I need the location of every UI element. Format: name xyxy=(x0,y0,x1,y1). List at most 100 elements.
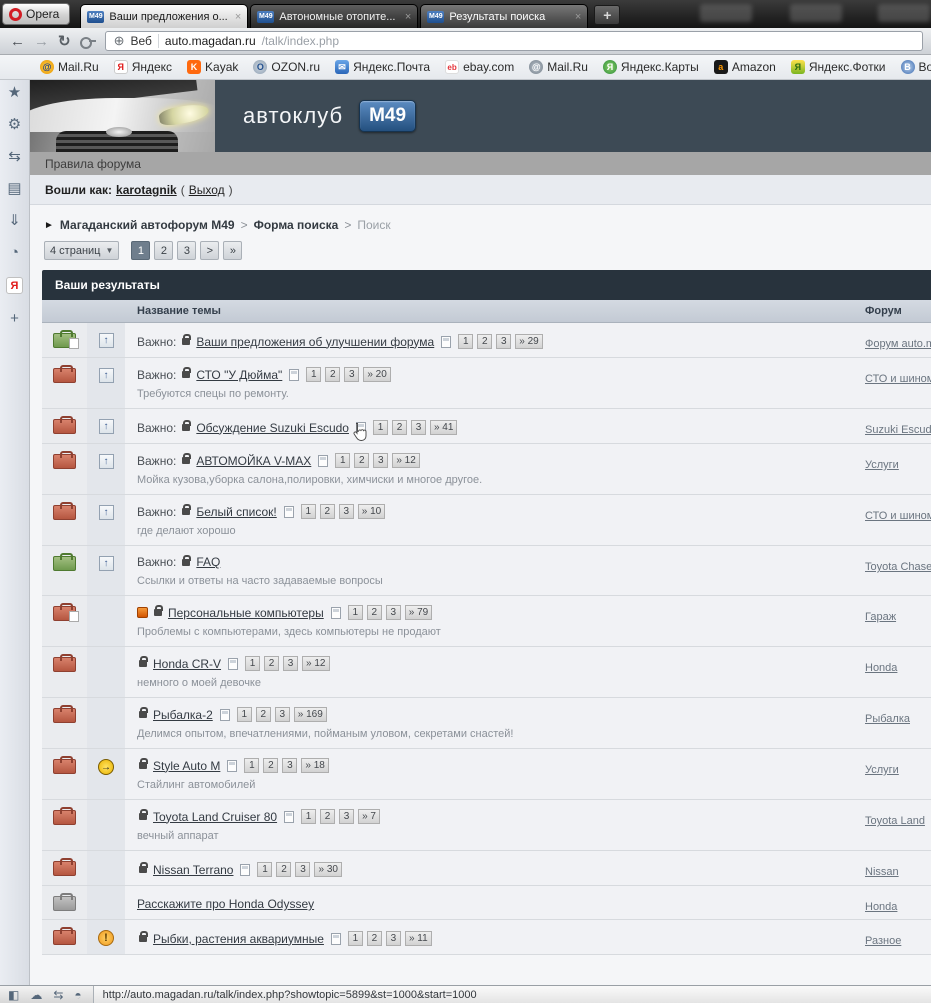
topic-page-button[interactable]: 1 xyxy=(301,504,316,519)
topic-link[interactable]: Рыбалка-2 xyxy=(153,708,213,722)
forum-link[interactable]: Услуги xyxy=(865,764,899,776)
bookmark-item[interactable]: ebebay.com xyxy=(445,60,514,74)
forum-link[interactable]: Разное xyxy=(865,935,901,947)
topic-link[interactable]: Style Auto M xyxy=(153,759,220,773)
logout-link[interactable]: Выход xyxy=(189,183,225,197)
topic-page-button[interactable]: 2 xyxy=(264,656,279,671)
breadcrumb-link[interactable]: Форма поиска xyxy=(254,218,339,232)
topic-last-page-button[interactable]: » 18 xyxy=(301,758,328,773)
bookmark-item[interactable]: KKayak xyxy=(187,60,238,74)
topic-page-button[interactable]: 1 xyxy=(245,656,260,671)
topic-page-button[interactable]: 1 xyxy=(348,931,363,946)
topic-last-page-button[interactable]: » 79 xyxy=(405,605,432,620)
gear-icon[interactable]: ⚙ xyxy=(8,117,21,132)
topic-page-button[interactable]: 1 xyxy=(335,453,350,468)
pages-dropdown-button[interactable]: 4 страниц ▼ xyxy=(44,241,119,260)
topic-page-button[interactable]: 3 xyxy=(339,809,354,824)
topic-link[interactable]: Nissan Terrano xyxy=(153,863,233,877)
bookmark-item[interactable]: @Mail.Ru xyxy=(40,60,99,74)
tab-3-active[interactable]: M49 Результаты поиска × xyxy=(420,4,588,28)
add-panel-icon[interactable]: + xyxy=(10,311,19,326)
topic-page-button[interactable]: 3 xyxy=(295,862,310,877)
forum-link[interactable]: Форум auto.m xyxy=(865,338,931,350)
bookmark-item[interactable]: ЯЯндекс.Карты xyxy=(603,60,699,74)
topic-page-button[interactable]: 2 xyxy=(367,931,382,946)
bookmark-item[interactable]: aAmazon xyxy=(714,60,776,74)
turbo-icon[interactable]: ◓ xyxy=(74,989,81,1001)
topic-page-button[interactable]: 1 xyxy=(348,605,363,620)
topic-page-button[interactable]: 2 xyxy=(367,605,382,620)
topic-page-button[interactable]: 1 xyxy=(458,334,473,349)
topic-page-button[interactable]: 2 xyxy=(276,862,291,877)
panel-toggle-icon[interactable]: ◧ xyxy=(8,989,19,1001)
forum-link[interactable]: Услуги xyxy=(865,459,899,471)
topic-last-page-button[interactable]: » 41 xyxy=(430,420,457,435)
back-button[interactable]: ← xyxy=(10,34,25,49)
topic-page-button[interactable]: 2 xyxy=(320,504,335,519)
topic-link[interactable]: Ваши предложения об улучшении форума xyxy=(196,335,434,349)
topic-page-button[interactable]: 1 xyxy=(237,707,252,722)
topic-page-button[interactable]: 3 xyxy=(344,367,359,382)
close-icon[interactable]: × xyxy=(405,11,411,23)
topic-last-page-button[interactable]: » 29 xyxy=(515,334,542,349)
new-tab-button[interactable]: + xyxy=(594,5,620,25)
topic-page-button[interactable]: 1 xyxy=(373,420,388,435)
topic-page-button[interactable]: 3 xyxy=(339,504,354,519)
opera-menu-button[interactable]: Opera xyxy=(2,3,70,25)
history-clock-icon[interactable]: ◔ xyxy=(10,245,19,260)
forward-button[interactable]: → xyxy=(34,34,49,49)
topic-page-button[interactable]: 2 xyxy=(263,758,278,773)
close-icon[interactable]: × xyxy=(235,11,241,23)
topic-page-button[interactable]: 1 xyxy=(244,758,259,773)
bookmark-item[interactable]: ЯЯндекс.Фотки xyxy=(791,60,886,74)
close-icon[interactable]: × xyxy=(575,11,581,23)
cloud-icon[interactable]: ☁ xyxy=(30,989,42,1001)
topic-last-page-button[interactable]: » 10 xyxy=(358,504,385,519)
topic-page-button[interactable]: 2 xyxy=(477,334,492,349)
topic-page-button[interactable]: 2 xyxy=(320,809,335,824)
forum-link[interactable]: Toyota Chase xyxy=(865,561,931,573)
topic-last-page-button[interactable]: » 12 xyxy=(392,453,419,468)
password-key-icon[interactable] xyxy=(80,36,96,46)
topic-link[interactable]: Белый список! xyxy=(196,505,276,519)
url-field[interactable]: ⊕ Веб auto.magadan.ru/talk/index.php xyxy=(105,31,923,51)
topic-link[interactable]: Рыбки, растения аквариумные xyxy=(153,932,324,946)
tab-2[interactable]: M49 Автономные отопите... × xyxy=(250,4,418,28)
notes-icon[interactable]: ▤ xyxy=(7,181,21,196)
forum-link[interactable]: Suzuki Escud xyxy=(865,424,931,436)
topic-page-button[interactable]: 3 xyxy=(282,758,297,773)
topic-page-button[interactable]: 2 xyxy=(354,453,369,468)
username-link[interactable]: karotagnik xyxy=(116,183,177,197)
topic-link[interactable]: АВТОМОЙКА V-MAX xyxy=(196,454,311,468)
bookmark-item[interactable]: OOZON.ru xyxy=(253,60,320,74)
topic-last-page-button[interactable]: » 12 xyxy=(302,656,329,671)
tab-1[interactable]: M49 Ваши предложения о... × xyxy=(80,4,248,28)
topic-link[interactable]: Honda CR-V xyxy=(153,657,221,671)
topic-link[interactable]: Персональные компьютеры xyxy=(168,606,324,620)
share-icon[interactable]: ⇆ xyxy=(8,149,21,164)
page-button-2[interactable]: 2 xyxy=(154,241,173,260)
topic-page-button[interactable]: 3 xyxy=(496,334,511,349)
topic-link[interactable]: Расскажите про Honda Odyssey xyxy=(137,897,314,911)
forum-link[interactable]: СТО и шином xyxy=(865,373,931,385)
topic-page-button[interactable]: 2 xyxy=(325,367,340,382)
forum-rules-link[interactable]: Правила форума xyxy=(45,157,141,171)
topic-page-button[interactable]: 3 xyxy=(411,420,426,435)
breadcrumb-link[interactable]: Магаданский автофорум M49 xyxy=(60,218,235,232)
topic-last-page-button[interactable]: » 7 xyxy=(358,809,380,824)
topic-link[interactable]: FAQ xyxy=(196,555,220,569)
topic-page-button[interactable]: 2 xyxy=(256,707,271,722)
downloads-icon[interactable]: ⇓ xyxy=(8,213,21,228)
bookmarks-star-icon[interactable]: ★ xyxy=(8,85,21,100)
forum-link[interactable]: Toyota Land xyxy=(865,815,925,827)
forum-link[interactable]: Рыбалка xyxy=(865,713,910,725)
reload-button[interactable]: ↻ xyxy=(58,34,71,49)
topic-link[interactable]: Toyota Land Cruiser 80 xyxy=(153,810,277,824)
bookmark-item[interactable]: ✉Яндекс.Почта xyxy=(335,60,430,74)
topic-page-button[interactable]: 1 xyxy=(306,367,321,382)
topic-page-button[interactable]: 3 xyxy=(386,931,401,946)
forum-link[interactable]: Nissan xyxy=(865,866,899,878)
page-button-1[interactable]: 1 xyxy=(131,241,150,260)
page-button-3[interactable]: 3 xyxy=(177,241,196,260)
topic-page-button[interactable]: 3 xyxy=(373,453,388,468)
